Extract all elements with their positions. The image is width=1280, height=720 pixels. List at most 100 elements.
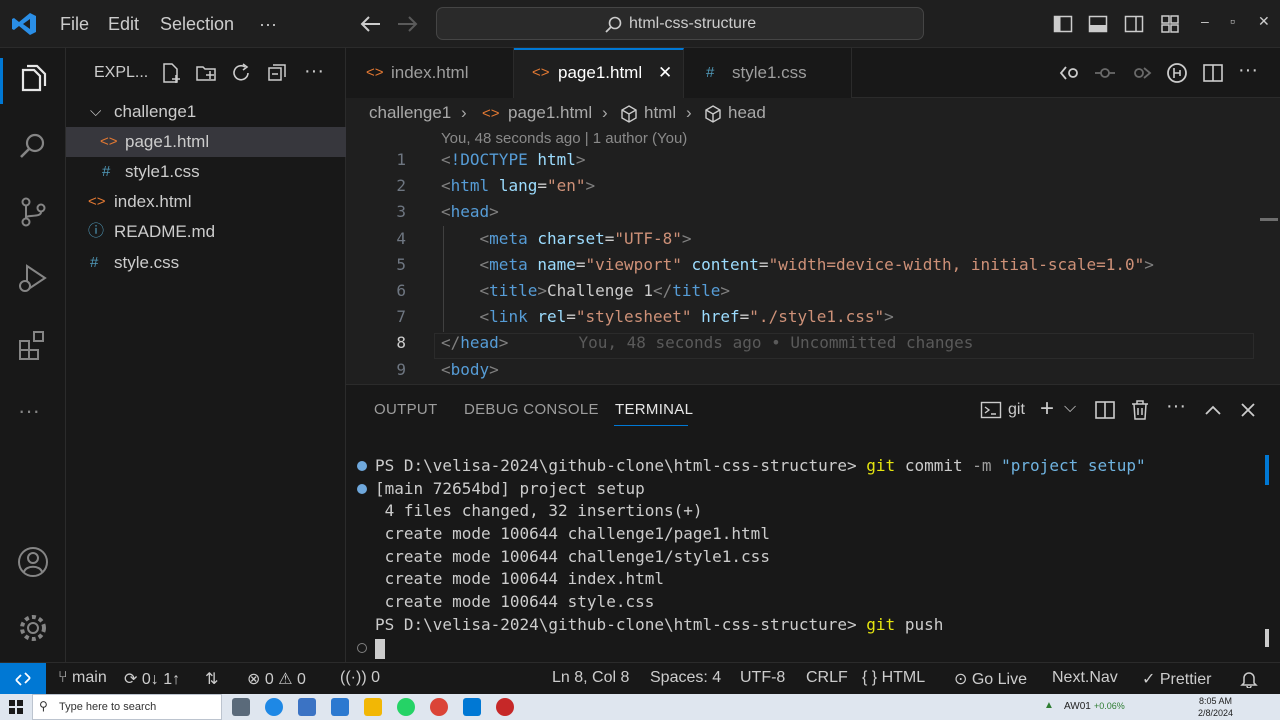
notifications-bell-icon[interactable] bbox=[1240, 670, 1258, 688]
terminal-icon[interactable] bbox=[980, 399, 1002, 421]
explorer-icon[interactable] bbox=[15, 62, 51, 98]
command-decoration-icon[interactable] bbox=[357, 484, 367, 494]
file-explorer-icon[interactable] bbox=[364, 698, 382, 716]
forward-arrow-icon[interactable] bbox=[396, 14, 418, 34]
tab-index-html[interactable]: <> index.html bbox=[346, 48, 514, 98]
indentation[interactable]: Spaces: 4 bbox=[650, 669, 721, 687]
explorer-more-icon[interactable]: ··· bbox=[304, 60, 324, 83]
tree-file-style-css[interactable]: # style.css bbox=[66, 248, 346, 278]
taskbar-search[interactable]: ⚲ Type here to search bbox=[32, 694, 222, 720]
mail-icon[interactable] bbox=[331, 698, 349, 716]
previous-change-icon[interactable] bbox=[1094, 62, 1116, 84]
recorder-icon[interactable] bbox=[496, 698, 514, 716]
vscode-logo-icon[interactable] bbox=[11, 11, 37, 37]
extensions-icon[interactable] bbox=[15, 328, 51, 364]
scrollbar-thumb[interactable] bbox=[1260, 218, 1278, 221]
panel-tab-debug-console[interactable]: DEBUG CONSOLE bbox=[464, 401, 599, 418]
open-changes-icon[interactable] bbox=[1058, 62, 1080, 84]
tree-file-style1-css[interactable]: # style1.css bbox=[66, 157, 346, 187]
breadcrumb-html[interactable]: html bbox=[644, 103, 676, 123]
panel-tab-output[interactable]: OUTPUT bbox=[374, 401, 437, 418]
edge-browser-icon[interactable] bbox=[265, 698, 283, 716]
tree-file-page1-html[interactable]: <> page1.html bbox=[66, 127, 346, 157]
close-tab-icon[interactable]: ✕ bbox=[658, 50, 672, 96]
menu-more[interactable]: ··· bbox=[259, 0, 277, 48]
code-token: < bbox=[479, 254, 490, 274]
whatsapp-icon[interactable] bbox=[397, 698, 415, 716]
breadcrumb-challenge1[interactable]: challenge1 bbox=[369, 103, 451, 123]
windows-start-icon[interactable] bbox=[9, 700, 23, 714]
command-center-search[interactable]: html-css-structure bbox=[436, 7, 924, 40]
menu-edit[interactable]: Edit bbox=[108, 0, 139, 48]
cursor-position[interactable]: Ln 8, Col 8 bbox=[552, 669, 629, 687]
breadcrumb-head[interactable]: head bbox=[728, 103, 766, 123]
panel-more-icon[interactable]: ··· bbox=[1166, 395, 1186, 418]
problems-indicator[interactable]: ⊗ 0 ⚠ 0 bbox=[247, 669, 306, 689]
new-folder-icon[interactable] bbox=[195, 62, 217, 84]
terminal-shell-label[interactable]: git bbox=[1008, 401, 1025, 419]
tab-page1-html[interactable]: <> page1.html ✕ bbox=[514, 48, 684, 98]
split-editor-icon[interactable] bbox=[1202, 62, 1224, 84]
run-and-debug-icon[interactable] bbox=[15, 260, 51, 296]
branch-indicator[interactable]: ⑂ main bbox=[58, 669, 107, 687]
tree-file-readme[interactable]: ⓘ README.md bbox=[66, 217, 346, 247]
panel-tab-terminal[interactable]: TERMINAL bbox=[615, 401, 693, 418]
git-blame-header[interactable]: You, 48 seconds ago | 1 author (You) bbox=[441, 130, 687, 147]
tree-folder-challenge1[interactable]: ⌵ challenge1 bbox=[66, 97, 346, 127]
chrome-icon[interactable] bbox=[430, 698, 448, 716]
tab-style1-css[interactable]: # style1.css bbox=[684, 48, 852, 98]
new-terminal-icon[interactable]: + bbox=[1040, 395, 1054, 423]
code-editor[interactable]: You, 48 seconds ago | 1 author (You) 1 2 3… bbox=[346, 128, 1280, 384]
line-ending[interactable]: CRLF bbox=[806, 669, 848, 687]
task-view-icon[interactable] bbox=[232, 698, 250, 716]
close-window-icon[interactable]: ✕ bbox=[1258, 13, 1270, 30]
customize-layout-icon[interactable] bbox=[1160, 14, 1180, 34]
publish-icon[interactable]: ⇅ bbox=[205, 669, 218, 689]
next-change-icon[interactable] bbox=[1130, 62, 1152, 84]
menu-file[interactable]: File bbox=[60, 0, 89, 48]
more-views-icon[interactable]: ··· bbox=[18, 398, 40, 424]
language-mode[interactable]: { } HTML bbox=[862, 669, 925, 687]
new-file-icon[interactable] bbox=[160, 62, 182, 84]
encoding[interactable]: UTF-8 bbox=[740, 669, 785, 687]
restore-icon[interactable]: ▫ bbox=[1230, 13, 1235, 29]
vscode-taskbar-icon[interactable] bbox=[463, 698, 481, 716]
go-live-button[interactable]: ⊙ Go Live bbox=[954, 669, 1027, 689]
toggle-secondary-sidebar-icon[interactable] bbox=[1124, 14, 1144, 34]
tree-file-index-html[interactable]: <> index.html bbox=[66, 187, 346, 217]
source-control-icon[interactable] bbox=[15, 194, 51, 230]
maximize-panel-icon[interactable] bbox=[1202, 399, 1224, 421]
next-nav-button[interactable]: Next.Nav bbox=[1052, 669, 1118, 687]
command-decoration-icon[interactable] bbox=[357, 461, 367, 471]
collapse-all-icon[interactable] bbox=[266, 62, 288, 84]
back-arrow-icon[interactable] bbox=[360, 14, 382, 34]
search-icon[interactable] bbox=[15, 128, 51, 164]
refresh-icon[interactable] bbox=[230, 62, 252, 84]
prettier-button[interactable]: ✓ Prettier bbox=[1142, 669, 1211, 689]
git-lens-icon[interactable] bbox=[1166, 62, 1188, 84]
breadcrumb-page1-html[interactable]: page1.html bbox=[508, 103, 592, 123]
sync-indicator[interactable]: ⟳ 0↓ 1↑ bbox=[124, 669, 180, 689]
minimize-icon[interactable]: – bbox=[1201, 13, 1209, 29]
accounts-icon[interactable] bbox=[15, 544, 51, 580]
store-icon[interactable] bbox=[298, 698, 316, 716]
toggle-primary-sidebar-icon[interactable] bbox=[1053, 14, 1073, 34]
chevron-down-icon[interactable]: ⌵ bbox=[1064, 399, 1076, 417]
settings-gear-icon[interactable] bbox=[15, 610, 51, 646]
toggle-panel-icon[interactable] bbox=[1088, 14, 1108, 34]
ports-indicator[interactable]: ((·)) 0 bbox=[340, 669, 380, 687]
trash-icon[interactable] bbox=[1129, 399, 1151, 421]
warning-icon: ⚠ bbox=[273, 671, 297, 688]
command-decoration-icon[interactable] bbox=[357, 643, 367, 653]
remote-indicator[interactable] bbox=[0, 663, 46, 695]
close-panel-icon[interactable] bbox=[1237, 399, 1259, 421]
stock-ticker[interactable]: AW01 bbox=[1064, 701, 1091, 712]
split-terminal-icon[interactable] bbox=[1094, 399, 1116, 421]
activity-bar: ··· bbox=[0, 48, 66, 662]
taskbar-clock[interactable]: 8:05 AM 2/8/2024 bbox=[1198, 695, 1233, 719]
code-token: < bbox=[441, 202, 451, 222]
code-token: href bbox=[701, 307, 740, 327]
menu-selection[interactable]: Selection bbox=[160, 0, 234, 48]
editor-more-icon[interactable]: ··· bbox=[1238, 59, 1258, 82]
